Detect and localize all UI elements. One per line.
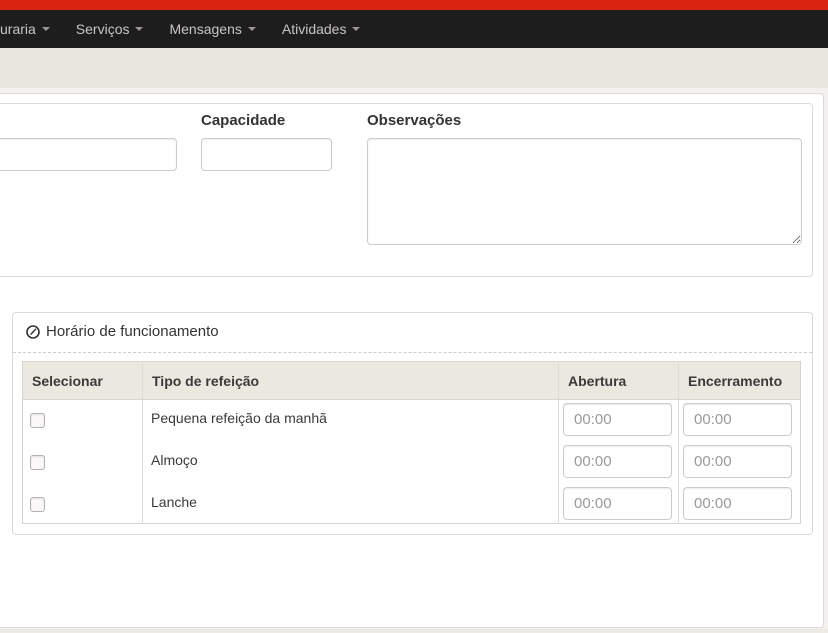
column-header-tipo-de-refeicao: Tipo de refeição: [143, 362, 559, 400]
closing-time-input[interactable]: [683, 445, 792, 478]
unlabeled-text-input[interactable]: [0, 138, 177, 171]
nav-item-mensagens[interactable]: Mensagens: [156, 10, 268, 48]
nav-menu: uraria Serviços Mensagens Atividades: [0, 10, 373, 48]
nav-item-label: Mensagens: [169, 10, 241, 48]
meal-name: Pequena refeição da manhã: [143, 400, 559, 442]
caret-down-icon: [248, 27, 256, 31]
row-select-checkbox[interactable]: [30, 455, 45, 470]
observations-label: Observações: [367, 112, 461, 129]
nav-item-atividades[interactable]: Atividades: [269, 10, 374, 48]
schedule-panel: Horário de funcionamento Selecionar Tipo…: [12, 312, 813, 535]
opening-time-input[interactable]: [563, 487, 672, 520]
nav-item-servicos[interactable]: Serviços: [63, 10, 157, 48]
opening-time-input[interactable]: [563, 445, 672, 478]
table-row: Almoço: [23, 442, 801, 484]
row-select-checkbox[interactable]: [30, 413, 45, 428]
page-header-band: [0, 48, 828, 88]
nav-item-label: Serviços: [76, 10, 130, 48]
main-navbar: uraria Serviços Mensagens Atividades: [0, 10, 828, 48]
column-header-abertura: Abertura: [559, 362, 679, 400]
table-row: Pequena refeição da manhã: [23, 400, 801, 442]
footer-strip: [0, 629, 828, 633]
nav-item-label: uraria: [0, 10, 36, 48]
capacity-input[interactable]: [201, 138, 332, 171]
page: uraria Serviços Mensagens Atividades Cap…: [0, 0, 828, 633]
caret-down-icon: [135, 27, 143, 31]
closing-time-input[interactable]: [683, 487, 792, 520]
nav-item-label: Atividades: [282, 10, 347, 48]
table-header-row: Selecionar Tipo de refeição Abertura Enc…: [23, 362, 801, 400]
schedule-panel-title: Horário de funcionamento: [46, 323, 219, 341]
clock-icon: [26, 325, 40, 339]
red-top-bar: [0, 0, 828, 10]
caret-down-icon: [42, 27, 50, 31]
caret-down-icon: [352, 27, 360, 31]
meal-name: Lanche: [143, 484, 559, 524]
opening-time-input[interactable]: [563, 403, 672, 436]
schedule-table: Selecionar Tipo de refeição Abertura Enc…: [22, 361, 801, 524]
closing-time-input[interactable]: [683, 403, 792, 436]
meal-name: Almoço: [143, 442, 559, 484]
observations-textarea[interactable]: [367, 138, 802, 245]
nav-item-uraria[interactable]: uraria: [0, 10, 63, 48]
column-header-encerramento: Encerramento: [679, 362, 801, 400]
column-header-selecionar: Selecionar: [23, 362, 143, 400]
table-row: Lanche: [23, 484, 801, 524]
capacity-label: Capacidade: [201, 112, 285, 129]
row-select-checkbox[interactable]: [30, 497, 45, 512]
schedule-panel-heading: Horário de funcionamento: [13, 313, 812, 353]
